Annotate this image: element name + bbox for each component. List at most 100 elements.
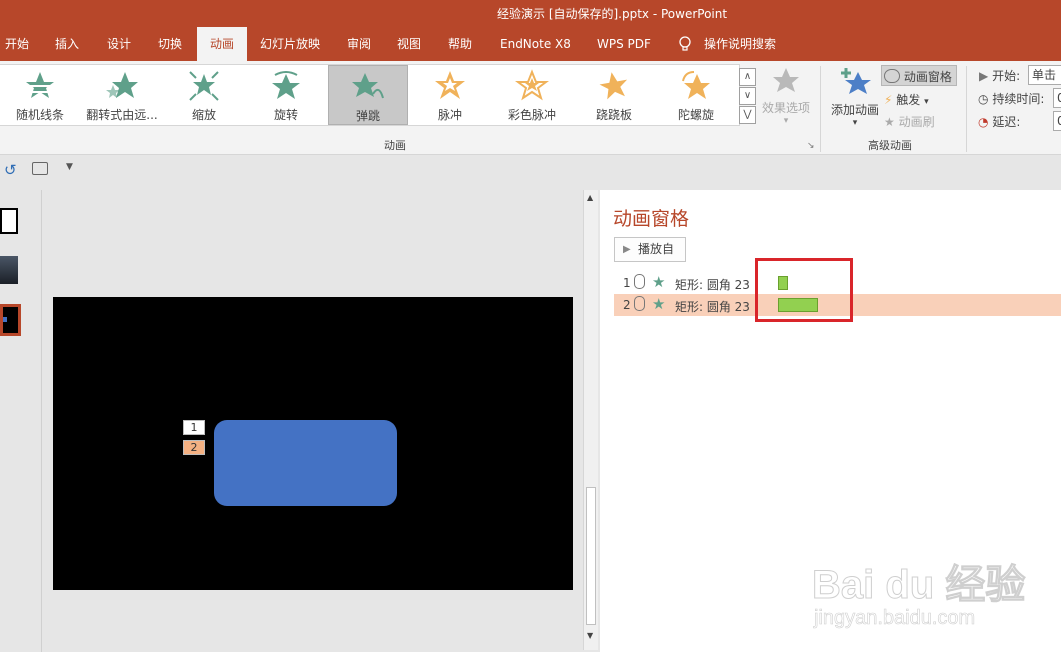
anim-bounce[interactable]: 弹跳 <box>328 65 408 125</box>
delay-row: ◔ 延迟: <box>978 113 1020 130</box>
tab-view[interactable]: 视图 <box>397 27 421 61</box>
tell-me-search[interactable]: 操作说明搜索 <box>704 27 776 61</box>
anim-label: 脉冲 <box>437 108 462 122</box>
teeter-star-icon <box>599 72 628 100</box>
start-select[interactable]: 单击时 <box>1028 65 1061 85</box>
slide-thumbnail[interactable] <box>0 208 18 234</box>
tab-review[interactable]: 审阅 <box>347 27 371 61</box>
play-icon: ▶ <box>623 244 631 255</box>
dialog-launcher-icon[interactable]: ↘ <box>807 141 815 151</box>
gallery-scroll-down[interactable]: ∨ <box>739 87 756 105</box>
animation-group-label: 动画 <box>384 139 406 152</box>
anim-label: 翻转式由远... <box>86 108 158 122</box>
duration-label: 持续时间: <box>992 92 1045 106</box>
window-title: 经验演示 [自动保存的].pptx - PowerPoint <box>497 7 728 21</box>
annotation-highlight-box <box>755 258 853 322</box>
delay-input[interactable]: 0 <box>1053 111 1061 131</box>
scrollbar-thumb[interactable] <box>586 487 596 625</box>
scroll-up-arrow-icon[interactable]: ▲ <box>587 193 593 202</box>
anim-zoom[interactable]: 缩放 <box>164 65 244 125</box>
start-label: 开始: <box>992 69 1021 83</box>
present-icon[interactable] <box>32 162 48 175</box>
emphasis-star-icon: ★ <box>652 273 666 291</box>
duration-row: ◷ 持续时间: <box>978 90 1044 107</box>
dropdown-arrow-icon: ▾ <box>924 97 929 107</box>
gallery-scroll: ∧ ∨ ⋁ <box>739 68 756 126</box>
anim-label: 彩色脉冲 <box>507 108 556 122</box>
add-animation-label: 添加动画 <box>830 103 879 117</box>
anim-pulse[interactable]: 脉冲 <box>410 65 490 125</box>
play-triangle-icon: ▶ <box>979 69 989 83</box>
animation-tag-selected[interactable]: 2 <box>183 440 205 455</box>
scroll-down-arrow-icon[interactable]: ▼ <box>587 631 593 640</box>
effect-options-button[interactable]: 效果选项 ▾ <box>758 66 814 128</box>
tab-design[interactable]: 设计 <box>107 27 131 61</box>
dropdown-arrow-icon: ▾ <box>852 118 858 128</box>
color-pulse-star-icon <box>515 69 549 101</box>
animation-tag[interactable]: 1 <box>183 420 205 435</box>
tab-animations[interactable]: 动画 <box>197 27 247 61</box>
tab-transitions[interactable]: 切换 <box>158 27 182 61</box>
animation-painter-button[interactable]: ★ 动画刷 <box>884 113 935 130</box>
anim-label: 陀螺旋 <box>677 108 714 122</box>
item-number: 1 <box>623 276 631 290</box>
redo-icon[interactable]: ↺ <box>4 161 17 179</box>
group-separator <box>820 66 821 152</box>
spin-star-icon <box>682 71 710 99</box>
advanced-group-label: 高级动画 <box>868 139 912 152</box>
title-bar: 经验演示 [自动保存的].pptx - PowerPoint <box>0 0 1061 27</box>
pane-title: 动画窗格 <box>613 208 690 230</box>
delay-label: 延迟: <box>992 115 1021 129</box>
quick-access-bar: ↺ ▼ <box>0 156 600 186</box>
delay-clock-icon: ◔ <box>978 115 989 129</box>
slide-thumbnail-current[interactable] <box>0 304 21 336</box>
mouse-click-icon <box>634 274 645 289</box>
anim-color-pulse[interactable]: 彩色脉冲 <box>492 65 572 125</box>
anim-label: 缩放 <box>191 108 216 122</box>
start-row: ▶ 开始: <box>979 67 1020 84</box>
slide-editor: 1 2 <box>43 190 583 652</box>
group-separator <box>966 66 967 152</box>
anim-random-bars[interactable]: 随机线条 <box>0 65 80 125</box>
slide-thumbnail[interactable] <box>0 256 18 284</box>
animation-gallery: 随机线条 翻转式由远... 缩放 旋转 弹跳 脉冲 彩色脉冲 跷跷板 陀螺旋 <box>0 64 740 126</box>
add-animation-button[interactable]: 添加动画 ▾ <box>826 66 884 131</box>
tab-insert[interactable]: 插入 <box>55 27 79 61</box>
gallery-scroll-up[interactable]: ∧ <box>739 68 756 86</box>
duration-input[interactable]: 0 <box>1053 88 1061 108</box>
play-from-button[interactable]: ▶ 播放自 <box>614 237 686 262</box>
bounce-star-icon <box>352 73 384 99</box>
effect-options-star-icon <box>773 68 799 92</box>
item-number: 2 <box>623 298 631 312</box>
anim-label: 弹跳 <box>355 109 380 123</box>
tab-wps-pdf[interactable]: WPS PDF <box>597 27 651 61</box>
animation-pane-icon <box>884 69 900 83</box>
gallery-more[interactable]: ⋁ <box>739 106 756 124</box>
play-from-label: 播放自 <box>638 242 675 256</box>
animation-painter-label: 动画刷 <box>898 115 935 129</box>
anim-grow-turn[interactable]: 翻转式由远... <box>82 65 162 125</box>
trigger-label: 触发 <box>896 93 921 107</box>
tab-endnote[interactable]: EndNote X8 <box>500 27 571 61</box>
animation-pane-label: 动画窗格 <box>903 70 952 84</box>
slide-canvas[interactable]: 1 2 <box>53 297 573 590</box>
animation-pane-button[interactable]: 动画窗格 <box>881 65 957 86</box>
random-bars-star-icon <box>26 72 54 98</box>
tab-slideshow[interactable]: 幻灯片放映 <box>260 27 320 61</box>
anim-label: 旋转 <box>273 108 298 122</box>
slide-thumbnails <box>0 190 42 652</box>
anim-spin[interactable]: 陀螺旋 <box>656 65 736 125</box>
trigger-button[interactable]: ⚡ 触发 ▾ <box>884 91 929 108</box>
tab-home[interactable]: 开始 <box>5 27 29 61</box>
emphasis-star-icon: ★ <box>652 295 666 313</box>
item-name: 矩形: 圆角 23 <box>675 300 750 314</box>
rounded-rectangle-shape[interactable] <box>214 420 397 506</box>
vertical-scrollbar[interactable]: ▲ ▼ <box>583 190 598 650</box>
tab-help[interactable]: 帮助 <box>448 27 472 61</box>
anim-teeter[interactable]: 跷跷板 <box>574 65 654 125</box>
item-name: 矩形: 圆角 23 <box>675 278 750 292</box>
baidu-jingyan-watermark: Bai du 经验 jingyan.baidu.com <box>812 538 1026 629</box>
anim-label: 跷跷板 <box>595 108 632 122</box>
customize-toolbar-icon[interactable]: ▼ <box>66 162 73 172</box>
anim-swivel[interactable]: 旋转 <box>246 65 326 125</box>
